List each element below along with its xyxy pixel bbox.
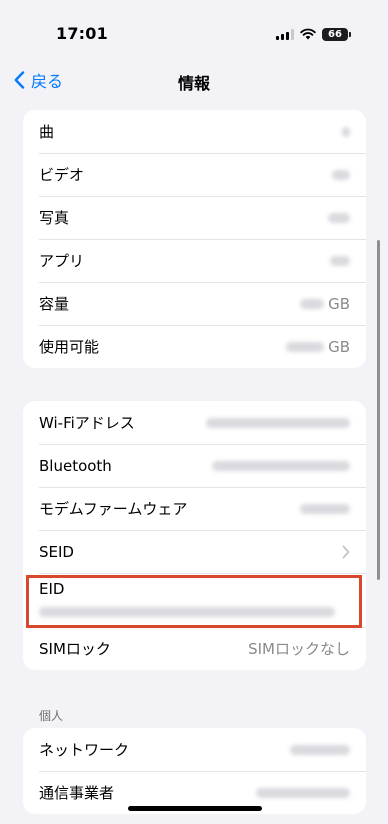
wifi-icon (300, 25, 316, 44)
row-photos-label: 写真 (39, 209, 70, 227)
row-bluetooth: Bluetooth (23, 444, 366, 487)
row-seid[interactable]: SEID (23, 530, 366, 573)
scrollbar[interactable] (377, 240, 380, 580)
row-apps: アプリ (23, 239, 366, 282)
row-capacity-label: 容量 (39, 295, 70, 313)
status-icons: 66 (276, 25, 351, 44)
status-bar: 17:01 66 (0, 0, 388, 58)
row-videos-label: ビデオ (39, 166, 85, 184)
row-network-label: ネットワーク (39, 741, 130, 759)
row-photos: 写真 (23, 196, 366, 239)
row-apps-value (330, 255, 350, 266)
navigation-bar: 戻る 情報 (0, 58, 388, 102)
row-capacity-value: GB (300, 295, 350, 313)
status-time: 17:01 (56, 24, 108, 43)
home-indicator[interactable] (128, 806, 262, 811)
row-wifi-address-value (206, 417, 350, 428)
row-network: ネットワーク (23, 728, 366, 771)
row-carrier-value (256, 787, 350, 798)
row-photos-value (328, 212, 350, 223)
row-carrier-label: 通信事業者 (39, 784, 115, 802)
row-bluetooth-value (212, 460, 350, 471)
section-header-personal: 個人 (39, 709, 64, 723)
row-sim-lock-label: SIMロック (39, 640, 111, 658)
row-modem-firmware-value (300, 503, 350, 514)
media-stats-group: 曲 ビデオ 写真 アプリ 容量 GB 使用可能 GB (23, 110, 366, 368)
network-info-group: Wi-Fiアドレス Bluetooth モデムファームウェア SEID EID … (23, 401, 366, 670)
row-apps-label: アプリ (39, 252, 85, 270)
row-modem-firmware: モデムファームウェア (23, 487, 366, 530)
row-videos: ビデオ (23, 153, 366, 196)
row-capacity: 容量 GB (23, 282, 366, 325)
row-sim-lock-value: SIMロックなし (248, 640, 350, 658)
row-songs: 曲 (23, 110, 366, 153)
row-wifi-address: Wi-Fiアドレス (23, 401, 366, 444)
eid-highlight-box (26, 575, 362, 628)
row-seid-label: SEID (39, 542, 74, 561)
chevron-right-icon (342, 545, 350, 558)
row-available: 使用可能 GB (23, 325, 366, 368)
row-sim-lock: SIMロック SIMロックなし (23, 627, 366, 670)
row-available-label: 使用可能 (39, 338, 100, 356)
row-songs-value (342, 126, 350, 137)
row-wifi-address-label: Wi-Fiアドレス (39, 414, 135, 432)
row-available-unit: GB (328, 337, 350, 356)
row-videos-value (332, 169, 350, 180)
row-bluetooth-label: Bluetooth (39, 456, 112, 475)
row-available-value: GB (286, 338, 350, 356)
cellular-signal-icon (276, 25, 294, 44)
row-network-value (290, 744, 350, 755)
battery-icon: 66 (322, 27, 351, 41)
row-songs-label: 曲 (39, 123, 55, 141)
personal-group: ネットワーク 通信事業者 (23, 728, 366, 814)
page-title: 情報 (177, 74, 210, 93)
row-capacity-unit: GB (328, 294, 350, 313)
row-seid-value (342, 545, 350, 559)
row-modem-firmware-label: モデムファームウェア (39, 500, 188, 518)
